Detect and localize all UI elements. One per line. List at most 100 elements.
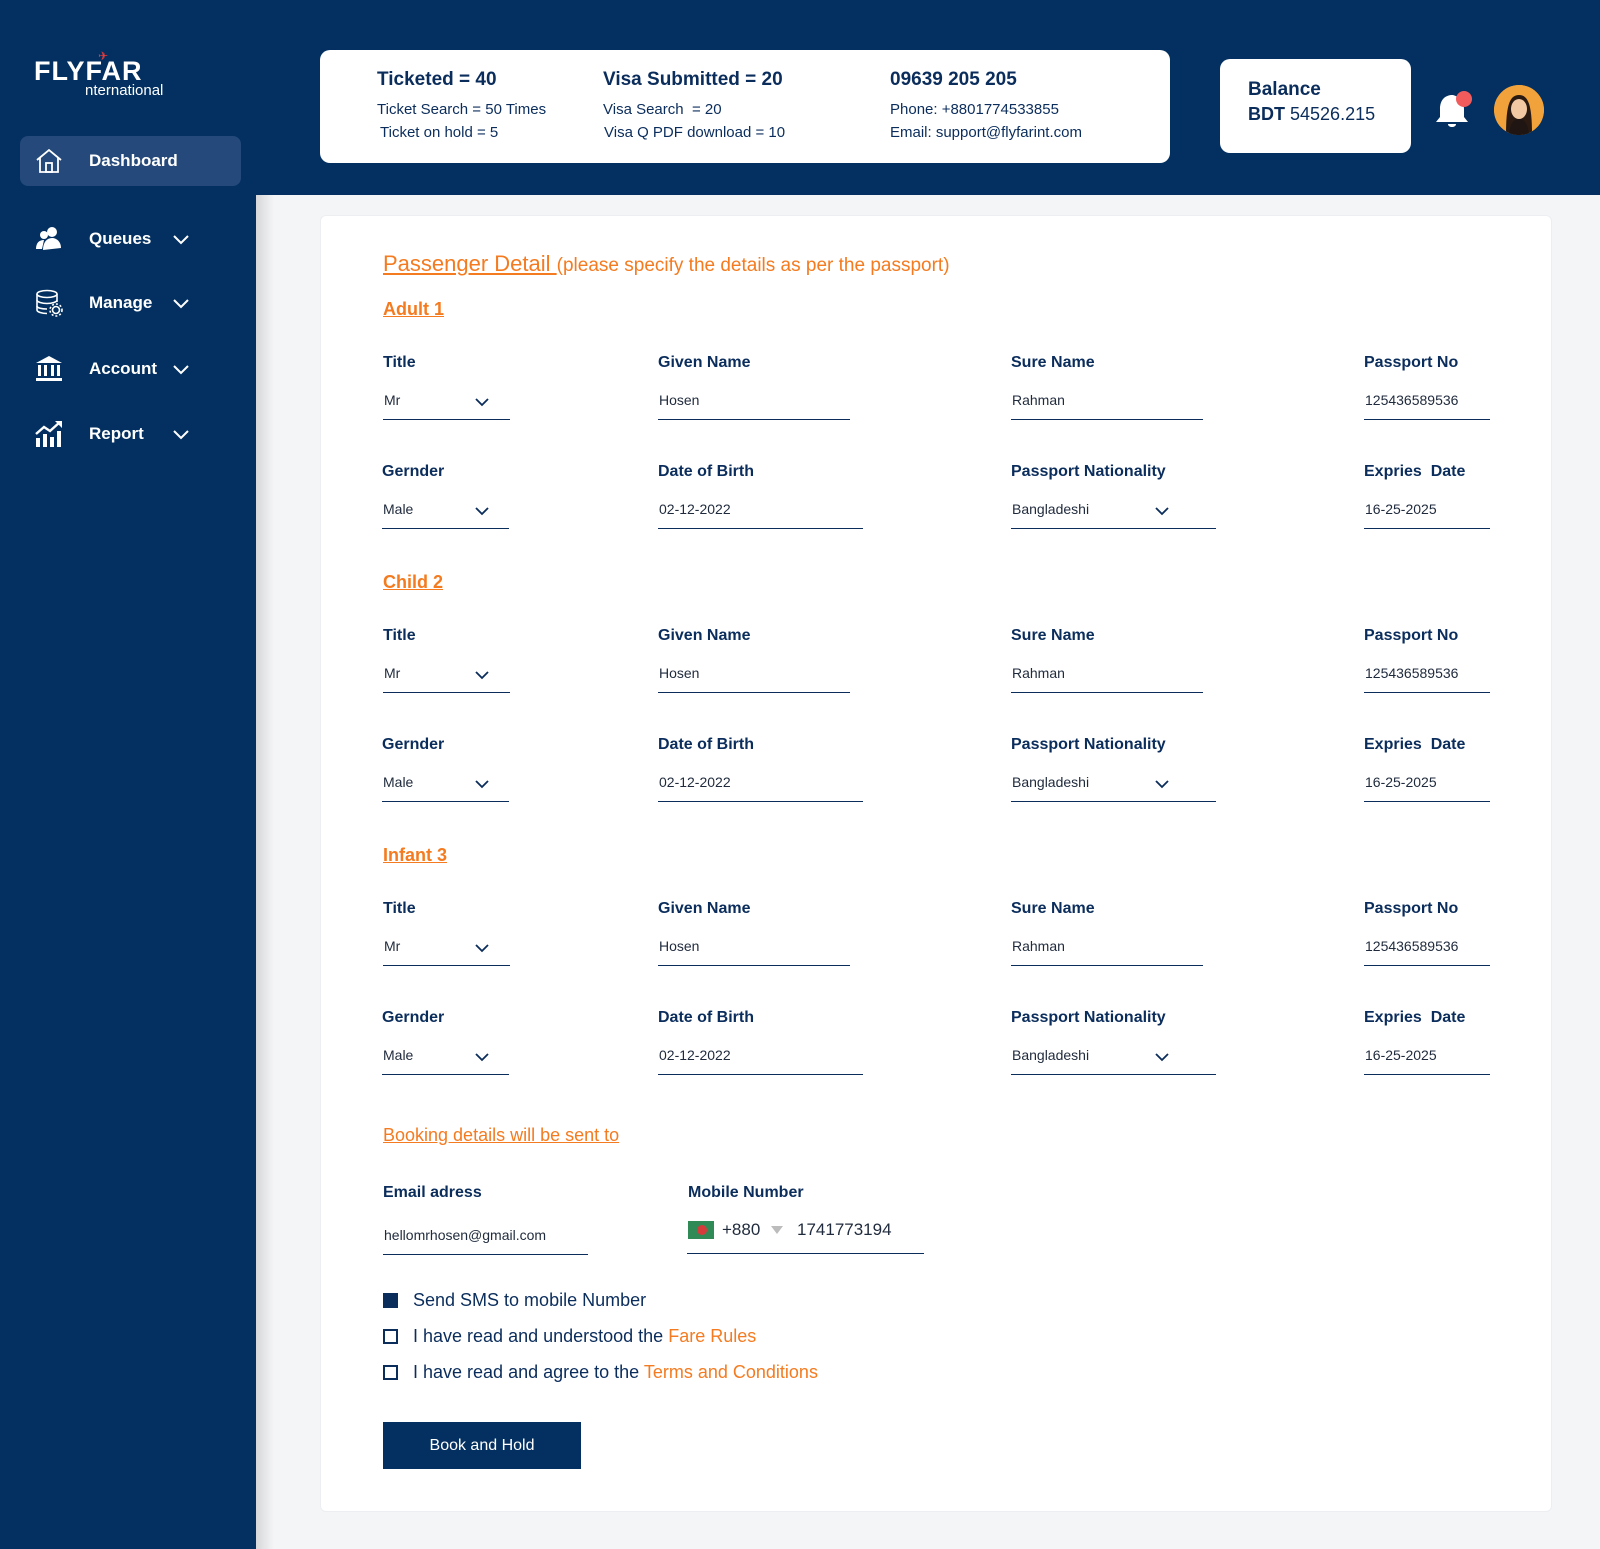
title-value: Mr <box>384 938 401 954</box>
expiry-date-label: Expries Date <box>1364 1009 1466 1026</box>
plane-icon: ✈ <box>98 49 109 63</box>
terms-checkbox-label: I have read and agree to the Terms and C… <box>413 1362 818 1383</box>
title-select[interactable]: Mr <box>383 380 510 420</box>
date-of-birth-field[interactable]: 02-12-2022 <box>658 762 863 802</box>
chevron-down-icon[interactable] <box>1155 503 1169 516</box>
balance-card: Balance BDT 54526.215 <box>1220 59 1411 153</box>
nationality-select[interactable]: Bangladeshi <box>1011 1035 1216 1075</box>
title-select[interactable]: Mr <box>383 653 510 693</box>
sidebar-item-manage[interactable]: Manage <box>20 278 241 328</box>
given-name-label: Given Name <box>658 354 751 371</box>
surname-field[interactable]: Rahman <box>1011 926 1203 966</box>
nationality-select[interactable]: Bangladeshi <box>1011 489 1216 529</box>
mobile-label: Mobile Number <box>688 1184 804 1201</box>
sms-checkbox[interactable] <box>383 1293 398 1308</box>
sidebar-item-label: Account <box>89 359 157 378</box>
fare-rules-link[interactable]: Fare Rules <box>668 1326 756 1346</box>
email-field[interactable]: hellomrhosen@gmail.com <box>383 1215 588 1255</box>
passport-no-value: 125436589536 <box>1365 392 1459 408</box>
expiry-date-label: Expries Date <box>1364 463 1466 480</box>
sms-checkbox-row[interactable]: Send SMS to mobile Number <box>383 1290 646 1311</box>
expiry-date-field[interactable]: 16-25-2025 <box>1364 762 1490 802</box>
stat-visa-submitted: Visa Submitted = 20 <box>603 69 783 90</box>
date-of-birth-field[interactable]: 02-12-2022 <box>658 489 863 529</box>
given-name-field[interactable]: Hosen <box>658 653 850 693</box>
chevron-down-icon[interactable] <box>475 940 489 953</box>
sidebar: FLYFAR ✈ nternational Dashboard Queues M… <box>0 0 256 1549</box>
stat-ticket-hold: Ticket on hold = 5 <box>380 124 499 141</box>
check-text: I have read and understood the <box>413 1326 669 1346</box>
check-text: I have read and agree to the <box>413 1362 644 1382</box>
database-gear-icon <box>36 289 63 317</box>
date-of-birth-field[interactable]: 02-12-2022 <box>658 1035 863 1075</box>
chevron-down-icon[interactable] <box>475 394 489 407</box>
expiry-date-field[interactable]: 16-25-2025 <box>1364 489 1490 529</box>
passport-no-label: Passport No <box>1364 354 1459 371</box>
mobile-field[interactable]: +880 1741773194 <box>687 1209 924 1254</box>
country-code[interactable]: +880 <box>722 1220 760 1240</box>
passport-no-field[interactable]: 125436589536 <box>1364 653 1490 693</box>
date-of-birth-value: 02-12-2022 <box>659 774 731 790</box>
nationality-select[interactable]: Bangladeshi <box>1011 762 1216 802</box>
passenger-heading: Adult 1 <box>383 299 444 319</box>
title-select[interactable]: Mr <box>383 926 510 966</box>
chevron-down-icon[interactable] <box>475 503 489 516</box>
nationality-value: Bangladeshi <box>1012 501 1090 517</box>
gender-select[interactable]: Male <box>382 1035 509 1075</box>
caret-down-icon[interactable] <box>771 1226 783 1234</box>
passport-no-label: Passport No <box>1364 900 1459 917</box>
support-hotline[interactable]: 09639 205 205 <box>890 69 1017 91</box>
book-and-hold-button[interactable]: Book and Hold <box>383 1422 581 1469</box>
stat-ticketed: Ticketed = 40 <box>377 69 497 90</box>
sidebar-item-dashboard[interactable]: Dashboard <box>20 136 241 186</box>
title-value: Mr <box>384 392 401 408</box>
sidebar-item-label: Queues <box>89 229 152 248</box>
chevron-down-icon[interactable] <box>475 667 489 680</box>
sidebar-item-account[interactable]: Account <box>20 344 241 394</box>
date-of-birth-label: Date of Birth <box>658 463 754 480</box>
title-value: Mr <box>384 665 401 681</box>
surname-field[interactable]: Rahman <box>1011 653 1203 693</box>
chevron-down-icon[interactable] <box>475 776 489 789</box>
fare-rules-checkbox[interactable] <box>383 1329 398 1344</box>
flyfar-logo[interactable]: FLYFAR ✈ nternational <box>34 49 184 102</box>
chevron-down-icon[interactable] <box>1155 1049 1169 1062</box>
user-avatar[interactable] <box>1494 85 1544 135</box>
chevron-down-icon[interactable] <box>1155 776 1169 789</box>
support-email[interactable]: Email: support@flyfarint.com <box>890 124 1082 141</box>
given-name-value: Hosen <box>659 392 700 408</box>
date-of-birth-label: Date of Birth <box>658 736 754 753</box>
passport-no-field[interactable]: 125436589536 <box>1364 380 1490 420</box>
passport-no-field[interactable]: 125436589536 <box>1364 926 1490 966</box>
passport-no-label: Passport No <box>1364 627 1459 644</box>
terms-checkbox-row[interactable]: I have read and agree to the Terms and C… <box>383 1362 818 1383</box>
mobile-value: 1741773194 <box>797 1220 892 1239</box>
logo-bottom-text: nternational <box>85 82 164 99</box>
surname-field[interactable]: Rahman <box>1011 380 1203 420</box>
date-of-birth-label: Date of Birth <box>658 1009 754 1026</box>
gender-select[interactable]: Male <box>382 489 509 529</box>
chevron-down-icon <box>173 430 189 440</box>
email-value: hellomrhosen@gmail.com <box>384 1227 547 1243</box>
gender-select[interactable]: Male <box>382 762 509 802</box>
expiry-date-field[interactable]: 16-25-2025 <box>1364 1035 1490 1075</box>
chevron-down-icon[interactable] <box>475 1049 489 1062</box>
chevron-down-icon <box>173 365 189 375</box>
terms-link[interactable]: Terms and Conditions <box>644 1362 818 1382</box>
passenger-heading: Infant 3 <box>383 845 448 865</box>
given-name-field[interactable]: Hosen <box>658 380 850 420</box>
fare-rules-checkbox-row[interactable]: I have read and understood the Fare Rule… <box>383 1326 756 1347</box>
sidebar-item-label: Manage <box>89 293 153 312</box>
terms-checkbox[interactable] <box>383 1365 398 1380</box>
sidebar-item-report[interactable]: Report <box>20 409 241 459</box>
fare-rules-checkbox-label: I have read and understood the Fare Rule… <box>413 1326 756 1347</box>
given-name-label: Given Name <box>658 900 751 917</box>
sidebar-item-queues[interactable]: Queues <box>20 214 241 264</box>
form-title: Passenger Detail (please specify the det… <box>383 251 950 277</box>
expiry-date-label: Expries Date <box>1364 736 1466 753</box>
bangladesh-flag-icon[interactable] <box>688 1221 714 1239</box>
given-name-field[interactable]: Hosen <box>658 926 850 966</box>
notification-bell-icon[interactable] <box>1431 87 1477 133</box>
support-phone[interactable]: Phone: +8801774533855 <box>890 101 1059 118</box>
nationality-label: Passport Nationality <box>1011 1009 1166 1026</box>
